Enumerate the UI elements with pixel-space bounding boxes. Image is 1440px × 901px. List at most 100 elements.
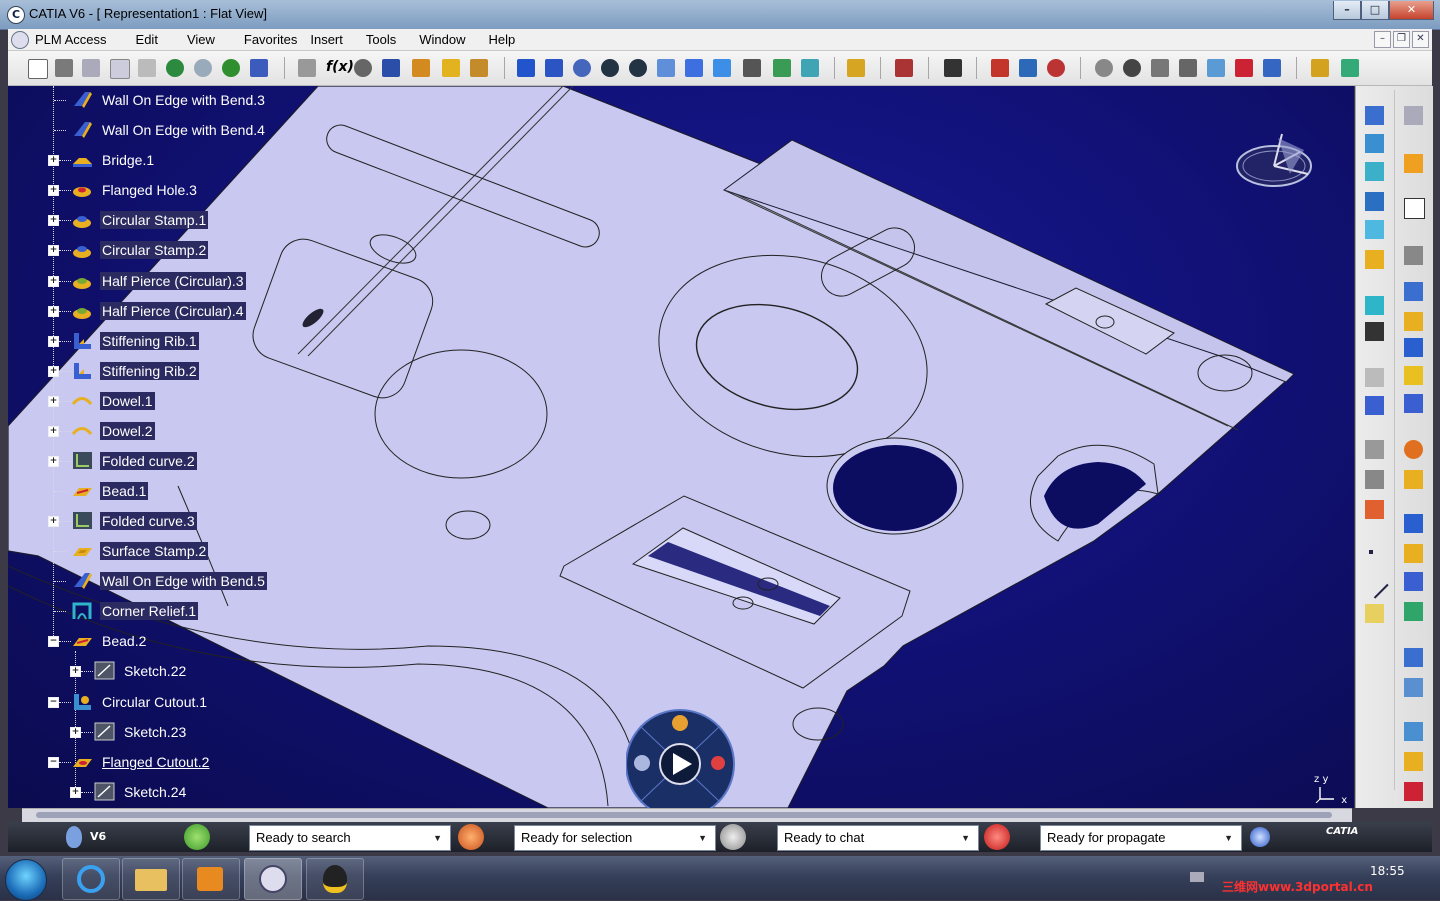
symmetry-icon[interactable] xyxy=(1404,752,1423,771)
doc-minimize-button[interactable]: – xyxy=(1374,31,1391,48)
stamp-icon[interactable] xyxy=(1365,250,1384,269)
doc-restore-button[interactable]: ❐ xyxy=(1393,31,1410,48)
whats-this-icon[interactable] xyxy=(250,59,268,77)
plane-icon[interactable] xyxy=(1365,604,1384,623)
pattern-icon[interactable] xyxy=(1404,572,1423,591)
tree-label[interactable]: Folded curve.3 xyxy=(100,512,197,530)
line-icon[interactable] xyxy=(1360,570,1389,599)
selection-icon[interactable] xyxy=(458,824,484,850)
zoom-in-icon[interactable] xyxy=(601,59,619,77)
menu-plm-access[interactable]: PLM Access xyxy=(35,32,107,47)
tree-label[interactable]: Bead.2 xyxy=(100,632,148,650)
normal-view-icon[interactable] xyxy=(657,59,675,77)
fold-unfold-icon[interactable] xyxy=(1019,59,1037,77)
file-explorer-icon[interactable] xyxy=(122,858,180,900)
catia-app-icon[interactable]: C xyxy=(7,6,25,24)
expand-toggle[interactable]: + xyxy=(48,336,59,347)
extrusion-icon[interactable] xyxy=(1365,162,1384,181)
expand-toggle[interactable]: + xyxy=(48,185,59,196)
sync-icon[interactable] xyxy=(1095,59,1113,77)
cutout-icon[interactable] xyxy=(1404,602,1423,621)
menu-view[interactable]: View xyxy=(187,32,215,47)
paste-icon[interactable] xyxy=(138,59,156,77)
selection-status-field[interactable]: Ready for selection ▼ xyxy=(514,825,716,851)
expand-toggle[interactable]: + xyxy=(48,456,59,467)
bridge-icon[interactable] xyxy=(1404,366,1423,385)
relations-icon[interactable] xyxy=(470,59,488,77)
command-hub[interactable] xyxy=(626,708,738,808)
lock-icon[interactable] xyxy=(442,59,460,77)
collapse-toggle[interactable]: − xyxy=(48,757,59,768)
qq-icon[interactable] xyxy=(306,858,364,900)
tree-label[interactable]: Bridge.1 xyxy=(100,151,156,169)
render-style-icon[interactable] xyxy=(743,59,761,77)
pan-icon[interactable] xyxy=(545,59,563,77)
hide-show-icon[interactable] xyxy=(773,59,791,77)
list-icon[interactable] xyxy=(1263,59,1281,77)
pointer-icon[interactable] xyxy=(1404,154,1423,173)
expand-toggle[interactable]: + xyxy=(48,426,59,437)
flanged-hole-icon[interactable] xyxy=(1404,440,1423,459)
wall-icon[interactable] xyxy=(1365,134,1384,153)
bend-table-icon[interactable] xyxy=(1365,368,1384,387)
camera-icon[interactable] xyxy=(944,59,962,77)
view-management-icon[interactable] xyxy=(1047,59,1065,77)
new-icon[interactable] xyxy=(28,59,48,79)
tree-label[interactable]: Half Pierce (Circular).4 xyxy=(100,302,246,320)
chat-status-field[interactable]: Ready to chat ▼ xyxy=(777,825,979,851)
tree-label[interactable]: Folded curve.2 xyxy=(100,452,197,470)
formula-icon[interactable]: f(x) xyxy=(326,59,354,77)
expand-toggle[interactable]: + xyxy=(48,306,59,317)
cut-icon[interactable] xyxy=(82,59,100,77)
tree-label[interactable]: Wall On Edge with Bend.3 xyxy=(100,91,267,109)
keyboard-icon[interactable] xyxy=(1190,872,1204,882)
binary-icon[interactable] xyxy=(1179,59,1197,77)
axis-icon[interactable] xyxy=(1151,59,1169,77)
analysis-icon[interactable] xyxy=(1235,59,1253,77)
print-icon[interactable] xyxy=(55,59,73,77)
sheet-metal-parameters-icon[interactable] xyxy=(991,59,1009,77)
rotate-icon[interactable] xyxy=(573,59,591,77)
copy-icon[interactable] xyxy=(110,59,130,79)
menu-insert[interactable]: Insert xyxy=(310,32,343,47)
menu-help[interactable]: Help xyxy=(488,32,515,47)
internet-explorer-icon[interactable] xyxy=(62,858,120,900)
hierarchy-icon[interactable] xyxy=(412,59,430,77)
chevron-down-icon[interactable]: ▼ xyxy=(433,826,442,850)
stiffening-rib-icon[interactable] xyxy=(1404,394,1423,413)
cut-tool-icon[interactable] xyxy=(1404,246,1423,265)
tree-label[interactable]: Bead.1 xyxy=(100,482,149,500)
collapse-toggle[interactable]: − xyxy=(48,636,59,647)
menu-favorites[interactable]: Favorites xyxy=(244,32,297,47)
rectangular-pattern-icon[interactable] xyxy=(1404,648,1423,667)
material-icon[interactable] xyxy=(847,59,865,77)
apply-material-icon[interactable] xyxy=(895,59,913,77)
hand-icon[interactable] xyxy=(1123,59,1141,77)
menu-window[interactable]: Window xyxy=(419,32,465,47)
unfold-icon[interactable] xyxy=(1365,396,1384,415)
comment-icon[interactable] xyxy=(354,59,372,77)
surface-stamp-icon[interactable] xyxy=(1404,312,1423,331)
tree-label[interactable]: Wall On Edge with Bend.4 xyxy=(100,121,267,139)
multi-view-icon[interactable] xyxy=(685,59,703,77)
arrow-icon[interactable] xyxy=(1365,470,1384,489)
point-icon[interactable] xyxy=(1369,550,1373,554)
propagate-status-field[interactable]: Ready for propagate ▼ xyxy=(1040,825,1242,851)
collapse-toggle[interactable]: − xyxy=(48,697,59,708)
expand-toggle[interactable]: + xyxy=(48,215,59,226)
tree-label[interactable]: Flanged Hole.3 xyxy=(100,181,199,199)
fit-all-icon[interactable] xyxy=(517,59,535,77)
tree-label[interactable]: Circular Cutout.1 xyxy=(100,693,209,711)
expand-toggle[interactable]: + xyxy=(70,787,81,798)
tree-label[interactable]: Sketch.24 xyxy=(122,783,188,801)
hem-icon[interactable] xyxy=(1365,220,1384,239)
menu-tools[interactable]: Tools xyxy=(366,32,396,47)
catalog-icon[interactable] xyxy=(382,59,400,77)
expand-toggle[interactable]: + xyxy=(48,366,59,377)
search-status-field[interactable]: Ready to search ▼ xyxy=(249,825,451,851)
tools-icon[interactable] xyxy=(1404,106,1423,125)
tree-label[interactable]: Circular Stamp.1 xyxy=(100,211,209,229)
tree-label[interactable]: Stiffening Rib.2 xyxy=(100,362,199,380)
iso-view-icon[interactable] xyxy=(713,59,731,77)
corner-relief-icon[interactable] xyxy=(1365,296,1384,315)
